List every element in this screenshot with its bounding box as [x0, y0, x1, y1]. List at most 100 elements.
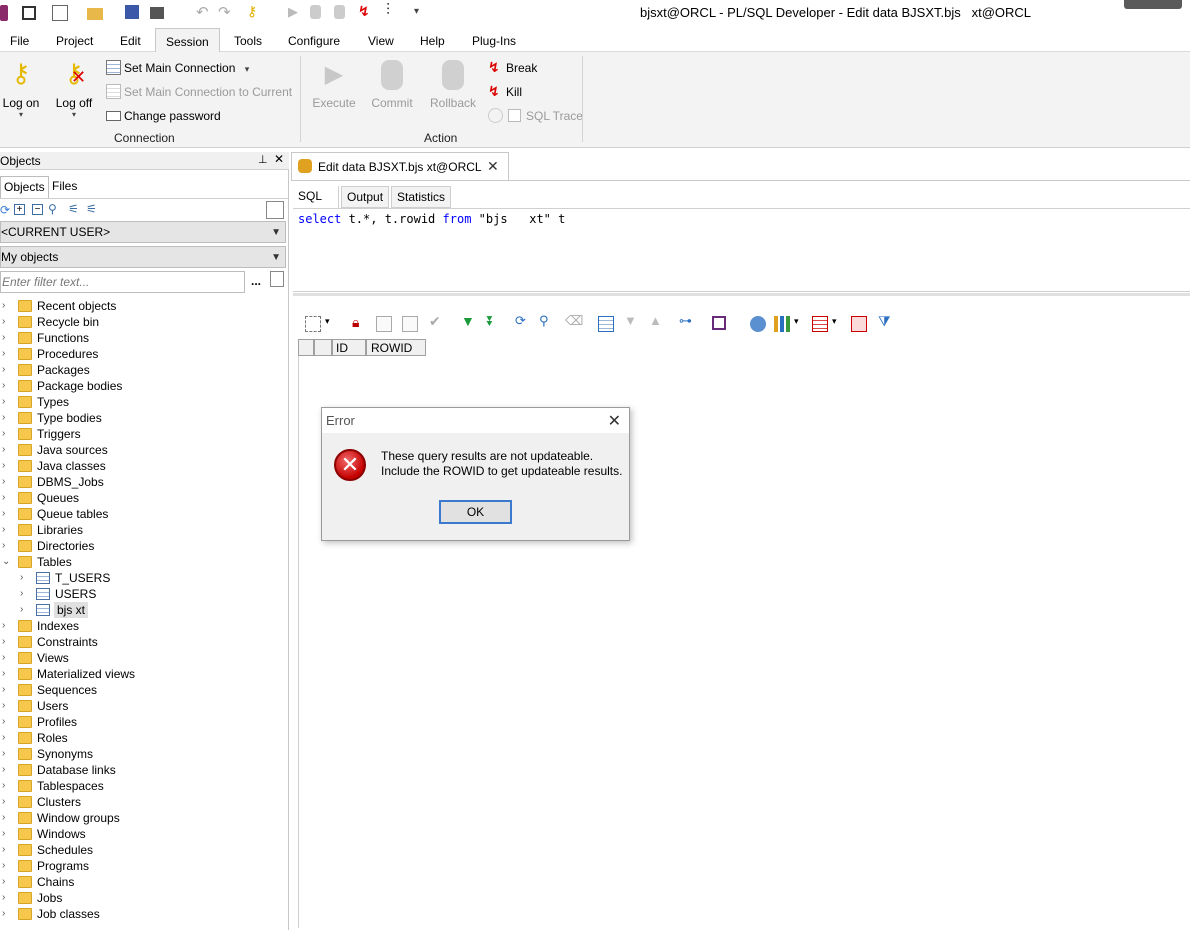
chevron-down-icon[interactable]: ⌄ [2, 554, 12, 570]
chevron-right-icon[interactable]: › [2, 762, 12, 778]
refresh-icon[interactable]: ⟳ [0, 203, 10, 217]
tree-folder[interactable]: › Materialized views [0, 666, 288, 682]
tree-folder-tables[interactable]: ⌄ Tables [0, 554, 288, 570]
open-folder-icon[interactable] [87, 8, 103, 20]
tree-folder[interactable]: › Queues [0, 490, 288, 506]
refresh-icon[interactable]: ⟳ [515, 313, 531, 329]
menu-session[interactable]: Session [155, 28, 220, 53]
customize-toolbar-icon[interactable]: ▾ [414, 6, 430, 22]
tree-folder[interactable]: › Clusters [0, 794, 288, 810]
tree-folder[interactable]: › Libraries [0, 522, 288, 538]
user-combo[interactable]: <CURRENT USER> ▼ [0, 221, 286, 243]
chevron-right-icon[interactable]: › [2, 746, 12, 762]
tree-folder[interactable]: › Package bodies [0, 378, 288, 394]
menu-file[interactable]: File [10, 34, 29, 48]
menu-edit[interactable]: Edit [120, 34, 141, 48]
tab-sql[interactable]: SQL [293, 186, 339, 208]
tree-folder[interactable]: › Chains [0, 874, 288, 890]
new-window-icon[interactable] [22, 6, 36, 20]
save-icon[interactable] [712, 316, 726, 330]
tree-folder[interactable]: › Tablespaces [0, 778, 288, 794]
filter-edit-icon[interactable]: ⚟ [86, 202, 97, 216]
query-by-example-icon[interactable]: ⊶ [679, 313, 695, 329]
sql-trace-toggle[interactable]: SQL Trace [488, 107, 583, 125]
undo-icon[interactable]: ↶ [196, 3, 212, 21]
tab-files[interactable]: Files [49, 176, 80, 198]
chevron-right-icon[interactable]: › [2, 794, 12, 810]
sql-editor[interactable]: select t.*, t.rowid from "bjs xt" t [293, 208, 1190, 292]
filter-icon[interactable]: ⚟ [68, 202, 79, 216]
chevron-right-icon[interactable]: › [2, 330, 12, 346]
chevron-right-icon[interactable]: › [2, 314, 12, 330]
tree-folder[interactable]: › Profiles [0, 714, 288, 730]
new-item-icon[interactable] [270, 271, 284, 287]
tree-table-item[interactable]: › T_USERS [0, 570, 288, 586]
tree-folder[interactable]: › Java sources [0, 442, 288, 458]
clear-icon[interactable]: ⌫ [565, 313, 583, 329]
tree-folder[interactable]: › Roles [0, 730, 288, 746]
chevron-right-icon[interactable]: › [2, 650, 12, 666]
save-icon[interactable] [125, 5, 139, 19]
logoff-dropdown-icon[interactable]: ▾ [53, 110, 95, 119]
find-icon[interactable]: ⚲ [48, 202, 57, 216]
tree-folder[interactable]: › Recent objects [0, 298, 288, 314]
chevron-right-icon[interactable]: › [2, 490, 12, 506]
chevron-right-icon[interactable]: › [20, 586, 30, 602]
chart-icon[interactable] [774, 316, 790, 332]
tree-folder[interactable]: › Recycle bin [0, 314, 288, 330]
chevron-right-icon[interactable]: › [2, 906, 12, 922]
compare-icon[interactable] [851, 316, 867, 332]
menu-configure[interactable]: Configure [288, 34, 340, 48]
chevron-right-icon[interactable]: › [2, 698, 12, 714]
export-icon[interactable] [750, 316, 766, 332]
tree-folder[interactable]: › Schedules [0, 842, 288, 858]
select-grid-icon[interactable] [305, 316, 321, 332]
tree-folder[interactable]: › Database links [0, 762, 288, 778]
execute-icon[interactable]: ▶ [288, 4, 304, 20]
pin-icon[interactable]: ⊥ [258, 153, 268, 166]
key-icon[interactable]: ⚷ [247, 3, 263, 19]
lock-icon[interactable]: 🔒︎ [352, 314, 368, 330]
chevron-right-icon[interactable]: › [2, 442, 12, 458]
break-button[interactable]: ↯ Break [488, 59, 537, 77]
tree-folder[interactable]: › Packages [0, 362, 288, 378]
menu-tools[interactable]: Tools [234, 34, 262, 48]
chevron-right-icon[interactable]: › [2, 378, 12, 394]
delete-record-icon[interactable] [402, 316, 418, 332]
tab-output[interactable]: Output [341, 186, 390, 208]
chevron-right-icon[interactable]: › [2, 346, 12, 362]
window-controls[interactable] [1124, 0, 1182, 9]
menu-view[interactable]: View [368, 34, 394, 48]
ok-button[interactable]: OK [439, 500, 512, 524]
menu-project[interactable]: Project [56, 34, 93, 48]
tools-icon[interactable]: ⫶ [386, 2, 402, 19]
tree-folder[interactable]: › Sequences [0, 682, 288, 698]
tree-folder[interactable]: › Procedures [0, 346, 288, 362]
find-icon[interactable]: ⚲ [539, 313, 555, 329]
menu-plugins[interactable]: Plug-Ins [472, 34, 516, 48]
tree-folder[interactable]: › Programs [0, 858, 288, 874]
object-filter-combo[interactable]: My objects ▼ [0, 246, 286, 268]
chevron-right-icon[interactable]: › [2, 714, 12, 730]
logoff-button[interactable]: ⚷ ✕ Log off ▾ [53, 60, 95, 119]
column-header-id[interactable]: ID [332, 339, 366, 356]
chevron-right-icon[interactable]: › [2, 682, 12, 698]
row-selector-header[interactable] [298, 339, 314, 356]
chevron-right-icon[interactable]: › [2, 410, 12, 426]
tab-objects[interactable]: Objects [0, 176, 49, 198]
close-tab-icon[interactable]: ✕ [487, 158, 499, 175]
chevron-right-icon[interactable]: › [2, 666, 12, 682]
set-main-connection-button[interactable]: Set Main Connection ▾ [106, 59, 249, 77]
chevron-right-icon[interactable]: › [2, 858, 12, 874]
tree-folder[interactable]: › Java classes [0, 458, 288, 474]
sort-up-icon[interactable]: ▲ [649, 313, 665, 329]
chevron-right-icon[interactable]: › [2, 618, 12, 634]
tree-folder[interactable]: › Synonyms [0, 746, 288, 762]
tree-table-item[interactable]: › bjs xt [0, 602, 288, 618]
view-toggle-icon[interactable] [266, 201, 284, 219]
chevron-right-icon[interactable]: › [2, 298, 12, 314]
change-password-button[interactable]: Change password [106, 107, 221, 125]
chevron-right-icon[interactable]: › [2, 522, 12, 538]
editor-splitter[interactable] [293, 293, 1190, 296]
filter-input[interactable]: Enter filter text... [0, 271, 245, 293]
